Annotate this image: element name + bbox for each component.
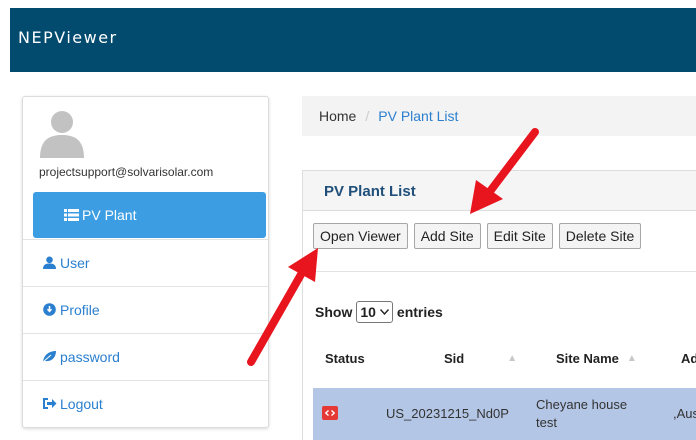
sidebar-item-profile[interactable]: Profile <box>23 286 268 332</box>
column-address[interactable]: Add <box>681 351 696 366</box>
sidebar-item-user[interactable]: User <box>23 239 268 285</box>
column-site-name[interactable]: Site Name ▲ <box>556 351 637 366</box>
cell-site-name: Cheyane house test <box>536 396 627 432</box>
user-icon <box>41 256 57 269</box>
breadcrumb-separator: / <box>365 108 370 124</box>
brand-logo[interactable]: NEPViewer <box>18 28 118 47</box>
info-circle-icon <box>41 303 57 316</box>
table-header: Status Sid ▲ Site Name ▲ Add <box>303 339 696 377</box>
status-offline-icon <box>322 406 338 420</box>
column-sid[interactable]: Sid ▲ <box>444 351 517 366</box>
sidebar-item-pv-plant[interactable]: PV Plant <box>33 192 266 238</box>
cell-sid: US_20231215_Nd0P <box>386 406 509 421</box>
divider <box>303 271 696 272</box>
entries-select-value: 10 <box>360 304 376 320</box>
sidebar-item-label: Profile <box>60 301 100 318</box>
open-viewer-button[interactable]: Open Viewer <box>313 223 408 249</box>
sort-icon: ▲ <box>507 353 518 364</box>
breadcrumb-current[interactable]: PV Plant List <box>378 108 458 124</box>
panel-title: PV Plant List <box>303 171 696 211</box>
cell-site-name-line1: Cheyane house <box>536 397 628 412</box>
sidebar-item-label: User <box>60 254 90 271</box>
edit-site-button[interactable]: Edit Site <box>486 223 553 249</box>
entries-label: entries <box>396 304 443 320</box>
column-address-label: Add <box>681 351 696 366</box>
column-sid-label: Sid <box>444 351 465 366</box>
logout-icon <box>41 397 57 410</box>
column-status-label: Status <box>325 351 365 366</box>
breadcrumb-home[interactable]: Home <box>319 108 356 124</box>
breadcrumb: Home / PV Plant List <box>302 96 696 136</box>
column-status[interactable]: Status <box>325 351 365 366</box>
column-site-name-label: Site Name <box>556 351 619 366</box>
entries-select[interactable]: 10 <box>356 301 393 323</box>
user-email: projectsupport@solvarisolar.com <box>39 165 214 179</box>
show-label: Show <box>315 304 353 320</box>
chevron-down-icon <box>379 307 389 318</box>
table-row[interactable]: US_20231215_Nd0P Cheyane house test ,Aus… <box>313 388 696 440</box>
sidebar-item-logout[interactable]: Logout <box>23 380 268 426</box>
sidebar-item-label: PV Plant <box>82 207 137 223</box>
cell-site-name-line2: test <box>536 415 557 430</box>
list-icon <box>63 209 79 221</box>
leaf-icon <box>41 350 57 363</box>
toolbar: Open Viewer Add Site Edit Site Delete Si… <box>313 223 642 249</box>
add-site-button[interactable]: Add Site <box>413 223 481 249</box>
sidebar: projectsupport@solvarisolar.com PV Plant… <box>22 96 269 428</box>
sidebar-item-password[interactable]: password <box>23 333 268 379</box>
sort-icon: ▲ <box>626 353 637 364</box>
pv-plant-panel: PV Plant List Open Viewer Add Site Edit … <box>302 170 696 440</box>
sidebar-item-label: Logout <box>60 395 103 412</box>
delete-site-button[interactable]: Delete Site <box>558 223 642 249</box>
avatar <box>40 111 84 158</box>
sidebar-item-label: password <box>60 348 120 365</box>
top-bar: NEPViewer <box>10 8 696 72</box>
entries-length-control: Show 10 entries <box>315 301 443 323</box>
cell-address: ,Aust <box>673 406 696 421</box>
